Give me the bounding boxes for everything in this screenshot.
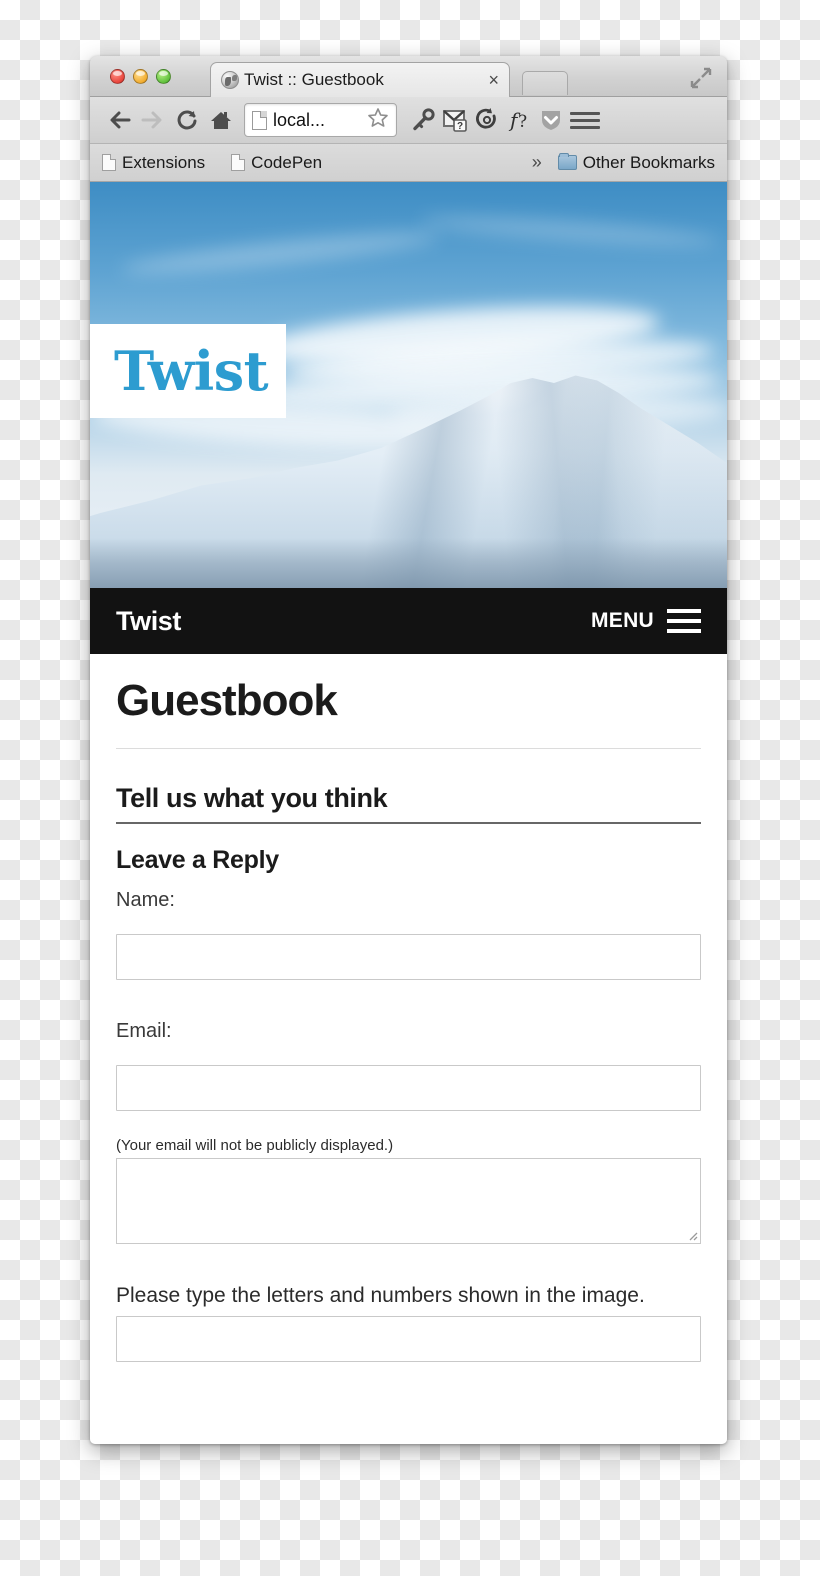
tab-title: Twist :: Guestbook [244,70,384,89]
bookmark-label: Other Bookmarks [582,152,715,172]
page-title: Guestbook [116,676,338,725]
hamburger-menu-icon[interactable] [570,103,600,137]
new-tab-button[interactable] [522,71,568,95]
site-nav-bar: Twist MENU [90,588,727,654]
shield-chevron-icon[interactable] [535,103,567,137]
email-input[interactable] [116,1065,701,1111]
browser-titlebar: Twist :: Guestbook × [90,56,727,97]
name-input[interactable] [116,934,701,980]
maximize-window-button[interactable] [156,69,171,84]
bookmark-codepen[interactable]: CodePen [231,153,322,173]
svg-text:?: ? [518,112,527,132]
key-icon[interactable] [407,103,439,137]
comment-textarea[interactable] [116,1158,701,1244]
close-icon[interactable]: × [482,71,499,89]
page-content: Guestbook Tell us what you think Leave a… [90,654,727,1362]
browser-toolbar: local... ? f ? [90,97,727,144]
bookmark-extensions[interactable]: Extensions [102,153,205,173]
site-logo[interactable]: Twist [90,324,286,418]
browser-window: Twist :: Guestbook × local... ? f ? Exte… [90,56,727,1444]
page-icon [231,154,246,171]
section-heading: Tell us what you think [116,783,701,824]
globe-icon [221,71,239,89]
site-nav-brand[interactable]: Twist [116,606,181,637]
star-icon[interactable] [367,107,389,133]
captcha-input[interactable] [116,1316,701,1362]
folder-icon [557,153,577,170]
email-privacy-note: (Your email will not be publicly display… [116,1137,394,1154]
divider [116,748,701,749]
captcha-instruction-label: Please type the letters and numbers show… [116,1284,645,1307]
address-bar[interactable]: local... [244,103,397,137]
browser-tab[interactable]: Twist :: Guestbook × [210,62,510,97]
back-arrow-icon[interactable] [102,103,136,137]
cloud-wisp [419,211,721,251]
mountain-foothills [90,538,727,588]
window-traffic-lights [110,69,171,84]
reload-icon[interactable] [170,103,204,137]
bookmarks-overflow-button[interactable]: » [532,152,558,173]
page-icon [102,154,116,171]
fullscreen-icon[interactable] [690,67,712,89]
bookmark-label: Extensions [122,152,206,172]
hero-banner: Twist [90,182,727,588]
forward-arrow-icon[interactable] [136,103,170,137]
form-heading: Leave a Reply [116,846,279,874]
hamburger-menu-icon [667,609,701,633]
sync-refresh-icon[interactable] [471,103,503,137]
cloud-wisp [119,225,441,281]
menu-toggle-label: MENU [590,609,654,632]
minimize-window-button[interactable] [133,69,148,84]
close-window-button[interactable] [110,69,125,84]
font-question-icon[interactable]: f ? [503,103,535,137]
bookmark-other-bookmarks[interactable]: Other Bookmarks [557,152,715,173]
address-bar-value: local... [273,109,326,130]
svg-text:?: ? [457,121,463,132]
bookmark-label: CodePen [251,152,323,172]
bookmarks-bar: Extensions CodePen » Other Bookmarks [90,144,727,182]
home-icon[interactable] [204,103,238,137]
page-icon [252,110,267,130]
comment-field-wrapper [116,1158,701,1244]
menu-toggle-button[interactable]: MENU [591,609,701,633]
email-field-label: Email: [116,1020,172,1042]
name-field-label: Name: [116,889,175,911]
gmail-checker-icon[interactable]: ? [439,103,471,137]
page-viewport: Twist Twist MENU Guestbook Tell us what … [90,182,727,1444]
site-logo-text: Twist [114,339,269,403]
